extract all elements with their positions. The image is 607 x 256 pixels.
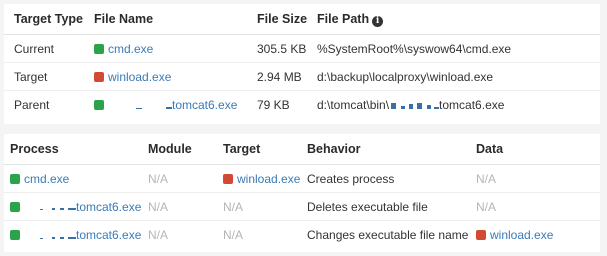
red-square-icon — [223, 173, 233, 184]
file-name-cell: winload.exe — [94, 62, 257, 91]
process-link[interactable]: tomcat6.exe — [76, 200, 141, 214]
target-type-cell: Parent — [4, 90, 94, 119]
file-info-table: Target Type File Name File Size File Pat… — [4, 4, 600, 119]
behavior-cell: Changes executable file name — [307, 220, 476, 249]
target-link[interactable]: winload.exe — [237, 172, 300, 186]
module-cell: N/A — [148, 192, 223, 221]
data-cell: N/A — [476, 171, 497, 186]
file-info-panel: Target Type File Name File Size File Pat… — [4, 4, 600, 124]
header-module: Module — [148, 142, 192, 156]
target-cell: winload.exe — [223, 165, 307, 193]
target-type-cell: Target — [4, 62, 94, 91]
process-cell: tomcat6.exe — [4, 192, 148, 221]
green-square-icon — [10, 173, 20, 184]
header-target-type: Target Type — [14, 12, 83, 26]
header-file-path: File Path i — [317, 4, 600, 35]
table-row: Current cmd.exe 305.5 KB %SystemRoot%\sy… — [4, 35, 600, 63]
redacted-text — [30, 202, 76, 212]
file-name-link[interactable]: tomcat6.exe — [172, 98, 237, 112]
green-square-icon — [94, 99, 104, 110]
behavior-table: Process Module Target Behavior Data cmd.… — [4, 134, 600, 249]
green-square-icon — [94, 43, 104, 54]
process-link[interactable]: tomcat6.exe — [76, 228, 141, 242]
header-file-name: File Name — [94, 12, 154, 26]
behavior-cell: Creates process — [307, 171, 395, 186]
table-row: tomcat6.exe N/A N/A Deletes executable f… — [4, 192, 600, 221]
target-cell: N/A — [223, 220, 307, 249]
file-name-cell: cmd.exe — [94, 35, 257, 63]
file-path-name: tomcat6.exe — [439, 97, 505, 112]
file-size-cell: 305.5 KB — [257, 41, 307, 56]
table-row: Parent tomcat6.exe 79 KB d:\tomcat\bin\ t… — [4, 90, 600, 119]
data-cell: winload.exe — [476, 220, 600, 249]
target-cell: N/A — [223, 192, 307, 221]
module-cell: N/A — [148, 171, 169, 186]
red-square-icon — [476, 229, 486, 240]
file-path-cell: %SystemRoot%\syswow64\cmd.exe — [317, 41, 512, 56]
red-square-icon — [94, 71, 104, 82]
file-size-cell: 79 KB — [257, 90, 317, 119]
redacted-text — [30, 231, 76, 241]
table-row: tomcat6.exe N/A N/A Changes executable f… — [4, 220, 600, 249]
file-size-cell: 2.94 MB — [257, 62, 317, 91]
file-info-header-row: Target Type File Name File Size File Pat… — [4, 4, 600, 35]
redacted-text — [122, 101, 172, 111]
process-cell: tomcat6.exe — [4, 220, 148, 249]
redacted-text — [389, 101, 440, 111]
green-square-icon — [10, 229, 20, 240]
header-file-size: File Size — [257, 12, 308, 26]
table-row: Target winload.exe 2.94 MB d:\backup\loc… — [4, 62, 600, 91]
green-square-icon — [10, 201, 20, 212]
behavior-panel: Process Module Target Behavior Data cmd.… — [4, 134, 600, 252]
process-link[interactable]: cmd.exe — [24, 172, 69, 186]
process-cell: cmd.exe — [4, 165, 148, 193]
header-target: Target — [223, 142, 261, 156]
behavior-cell: Deletes executable file — [307, 192, 476, 221]
file-name-link[interactable]: cmd.exe — [108, 42, 153, 56]
data-link[interactable]: winload.exe — [490, 228, 553, 242]
module-cell: N/A — [148, 220, 223, 249]
info-icon[interactable]: i — [372, 15, 384, 27]
header-file-path-label: File Path — [317, 11, 370, 26]
file-path-prefix: d:\tomcat\bin\ — [317, 97, 390, 112]
data-cell: N/A — [476, 192, 600, 221]
file-path-cell: d:\backup\localproxy\winload.exe — [317, 62, 600, 91]
file-name-cell: tomcat6.exe — [94, 90, 257, 119]
header-data: Data — [476, 142, 504, 156]
file-path-cell: d:\tomcat\bin\ tomcat6.exe — [317, 90, 600, 119]
table-row: cmd.exe N/A winload.exe Creates process … — [4, 165, 600, 193]
header-behavior: Behavior — [307, 142, 361, 156]
target-type-cell: Current — [14, 41, 55, 56]
behavior-header-row: Process Module Target Behavior Data — [4, 134, 600, 165]
header-process: Process — [10, 142, 59, 156]
file-name-link[interactable]: winload.exe — [108, 70, 171, 84]
